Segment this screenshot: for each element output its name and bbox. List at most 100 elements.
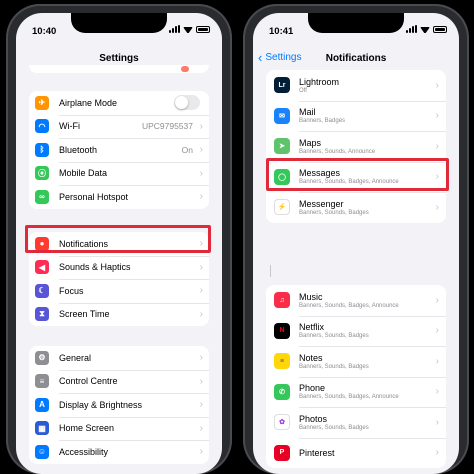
status-icons — [169, 25, 210, 33]
notes-icon: ≡ — [274, 353, 290, 370]
row-label: Personal Hotspot — [59, 191, 129, 202]
app-notification-summary: Banners, Sounds, Badges — [299, 363, 369, 370]
row-label: Home Screen — [59, 423, 115, 434]
app-name: Music — [299, 291, 323, 302]
app-row-maps[interactable]: ➤ Maps Banners, Sounds, Announce › — [266, 131, 446, 162]
wifi-status-icon — [183, 25, 193, 33]
row-label: Focus — [59, 285, 84, 296]
app-name: Netflix — [299, 322, 325, 333]
signal-icon — [169, 25, 180, 33]
app-row-mail[interactable]: ✉ Mail Banners, Badges › — [266, 100, 446, 132]
app-name: Phone — [299, 383, 326, 394]
text-size-icon: A — [35, 397, 49, 412]
settings-row-display-brightness[interactable]: A Display & Brightness › — [29, 393, 209, 417]
signal-icon — [406, 25, 417, 33]
photos-icon: ✿ — [274, 414, 290, 431]
messenger-icon: ⚡ — [274, 199, 290, 216]
row-label: General — [59, 352, 92, 363]
chevron-right-icon: › — [435, 140, 439, 152]
row-label: Accessibility — [59, 446, 109, 457]
app-text: Photos Banners, Sounds, Badges — [299, 414, 369, 431]
app-text: Music Banners, Sounds, Badges, Announce — [299, 292, 399, 309]
settings-row-screen-time[interactable]: ⧗ Screen Time › — [29, 302, 209, 327]
chevron-right-icon: › — [435, 294, 439, 306]
chevron-right-icon: › — [199, 422, 203, 434]
settings-row-personal-hotspot[interactable]: ∞ Personal Hotspot › — [29, 185, 209, 209]
app-row-photos[interactable]: ✿ Photos Banners, Sounds, Badges › — [266, 407, 446, 438]
chevron-right-icon: › — [199, 446, 203, 458]
app-row-messenger[interactable]: ⚡ Messenger Banners, Sounds, Badges › — [266, 192, 446, 223]
notifications-highlight — [25, 225, 211, 253]
gear-icon: ⚙ — [35, 350, 49, 365]
pinterest-icon: P — [274, 444, 290, 461]
app-row-netflix[interactable]: N Netflix Banners, Sounds, Badges › — [266, 315, 446, 347]
settings-row-accessibility[interactable]: ☺ Accessibility › — [29, 440, 209, 464]
chevron-right-icon: › — [435, 416, 439, 428]
list-divider — [270, 265, 271, 277]
app-name: Maps — [299, 137, 322, 148]
settings-row-sounds-haptics[interactable]: ◀ Sounds & Haptics › — [29, 255, 209, 280]
airplane-mode-toggle[interactable] — [174, 95, 200, 111]
chevron-right-icon: › — [199, 120, 203, 132]
app-notification-summary: Banners, Sounds, Badges — [299, 209, 369, 216]
app-row-notes[interactable]: ≡ Notes Banners, Sounds, Badges › — [266, 346, 446, 377]
app-text: Messenger Banners, Sounds, Badges — [299, 199, 369, 216]
chevron-right-icon: › — [435, 355, 439, 367]
settings-row-control-centre[interactable]: ≡ Control Centre › — [29, 369, 209, 394]
accessibility-icon: ☺ — [35, 444, 49, 459]
app-name: Pinterest — [299, 447, 335, 458]
connectivity-group: ✈ Airplane Mode ◠ Wi-Fi UPC9795537 › ᛒ Bluetoot… — [29, 91, 209, 209]
app-row-music[interactable]: ♫ Music Banners, Sounds, Badges, Announce › — [266, 285, 446, 316]
settings-row-mobile-data[interactable]: ⦿ Mobile Data › — [29, 161, 209, 186]
row-label: Airplane Mode — [59, 97, 118, 108]
battery-icon — [433, 25, 447, 33]
music-icon: ♫ — [274, 292, 290, 309]
app-text: Maps Banners, Sounds, Announce — [299, 138, 375, 155]
chevron-right-icon: › — [199, 399, 203, 411]
chevron-right-icon: › — [435, 325, 439, 337]
chevron-right-icon: › — [199, 352, 203, 364]
profile-row-peek[interactable] — [29, 65, 209, 73]
chevron-right-icon: › — [199, 308, 203, 320]
settings-row-general[interactable]: ⚙ General › — [29, 346, 209, 370]
settings-row-focus[interactable]: ☾ Focus › — [29, 279, 209, 303]
chevron-right-icon: › — [435, 386, 439, 398]
chevron-right-icon: › — [199, 285, 203, 297]
settings-row-airplane-mode[interactable]: ✈ Airplane Mode — [29, 91, 209, 115]
app-notification-summary: Off — [299, 87, 307, 94]
page-title: Notifications — [325, 53, 387, 64]
chevron-right-icon: › — [435, 201, 439, 213]
app-notification-summary: Banners, Sounds, Badges, Announce — [299, 394, 399, 401]
row-label: Display & Brightness — [59, 399, 143, 410]
chevron-right-icon: › — [199, 191, 203, 203]
chevron-right-icon: › — [435, 79, 439, 91]
chevron-right-icon: › — [199, 144, 203, 156]
speaker-icon: ◀ — [35, 260, 49, 275]
app-notification-summary: Banners, Sounds, Badges — [299, 424, 369, 431]
row-label: Screen Time — [59, 309, 110, 320]
mail-icon: ✉ — [274, 107, 290, 124]
chevron-right-icon: › — [435, 447, 439, 459]
app-row-phone[interactable]: ✆ Phone Banners, Sounds, Badges, Announce › — [266, 376, 446, 408]
chevron-right-icon: › — [199, 375, 203, 387]
lightroom-icon: Lr — [274, 77, 290, 94]
badge-dot — [181, 66, 189, 72]
app-row-pinterest[interactable]: P Pinterest › — [266, 437, 446, 469]
row-value: On — [181, 144, 193, 155]
settings-row-wi-fi[interactable]: ◠ Wi-Fi UPC9795537 › — [29, 114, 209, 139]
row-label: Wi-Fi — [59, 121, 80, 132]
row-value: UPC9795537 — [141, 121, 193, 132]
settings-row-home-screen[interactable]: ▦ Home Screen › — [29, 416, 209, 441]
app-notification-summary: Banners, Sounds, Badges, Announce — [299, 302, 399, 309]
settings-row-bluetooth[interactable]: ᛒ Bluetooth On › — [29, 138, 209, 162]
chevron-right-icon: › — [435, 110, 439, 122]
status-time: 10:40 — [32, 26, 57, 37]
general-group: ⚙ General › ≡ Control Centre › A Display & Brig… — [29, 346, 209, 464]
bluetooth-icon: ᛒ — [35, 142, 49, 157]
row-label: Control Centre — [59, 376, 118, 387]
app-row-lightroom[interactable]: Lr Lightroom Off › — [266, 70, 446, 101]
status-time: 10:41 — [269, 26, 294, 37]
chevron-right-icon: › — [199, 261, 203, 273]
app-text: Pinterest — [299, 448, 335, 458]
app-text: Mail Banners, Badges — [299, 107, 345, 124]
